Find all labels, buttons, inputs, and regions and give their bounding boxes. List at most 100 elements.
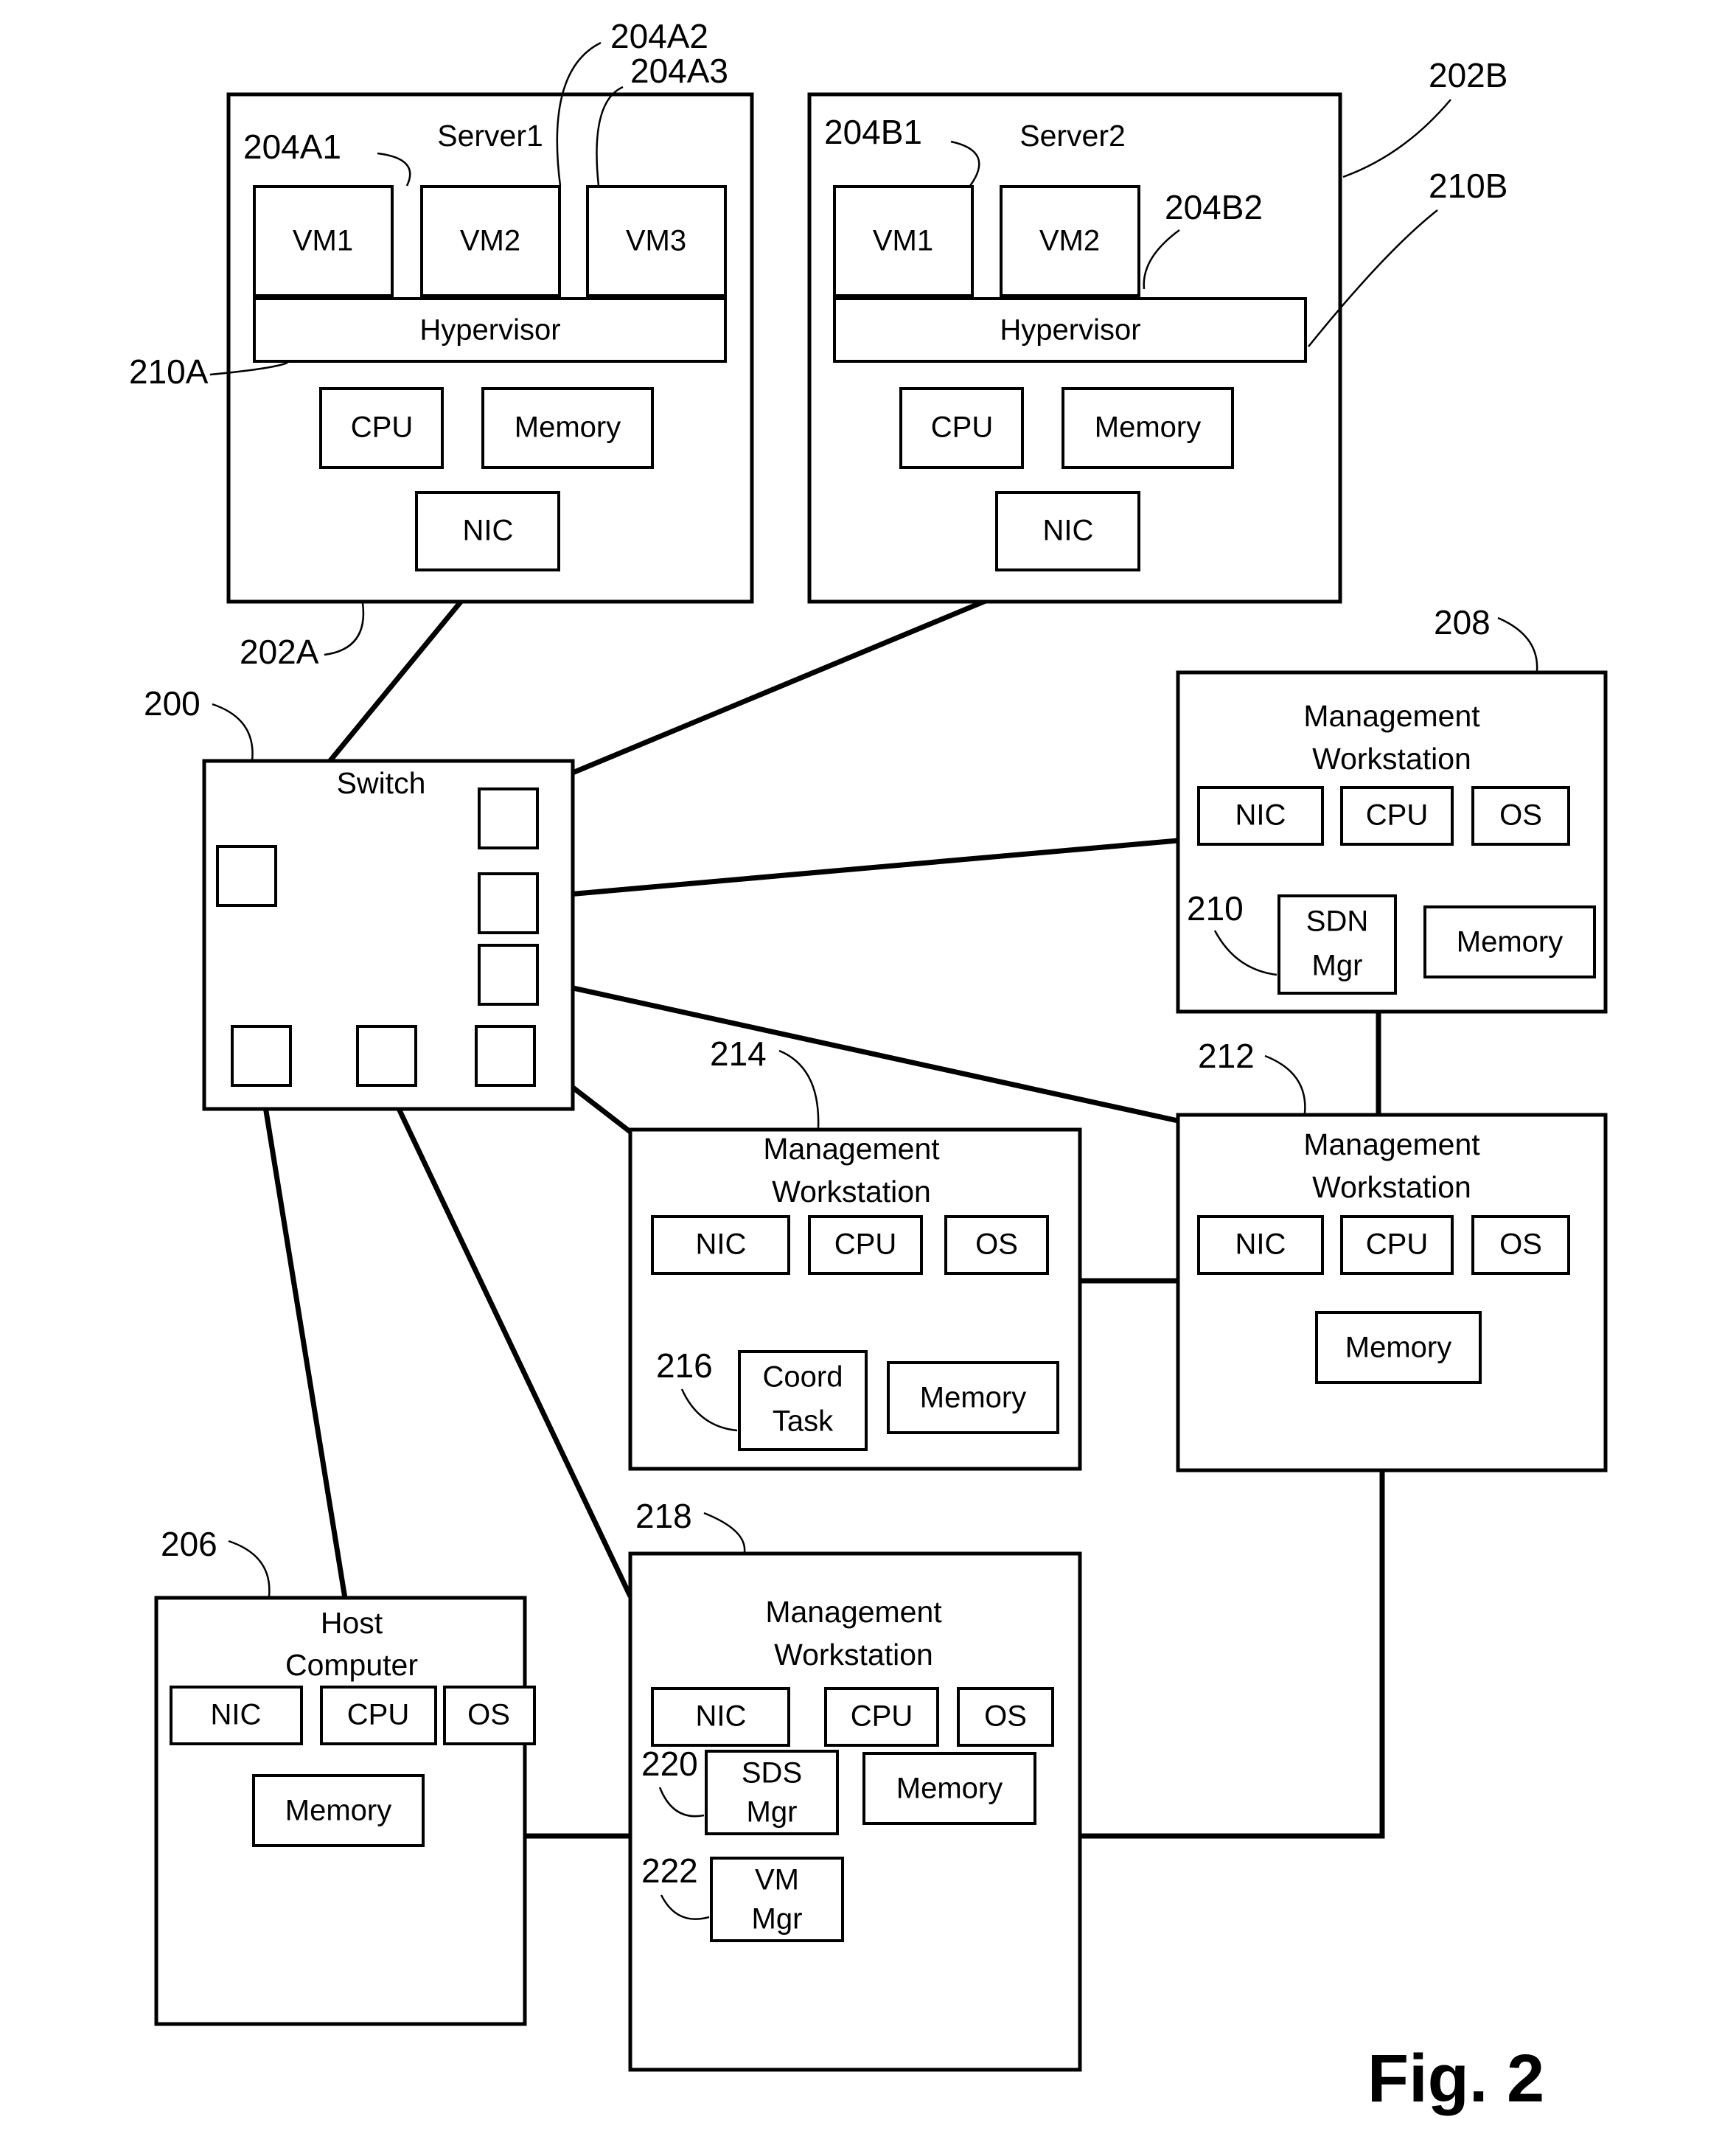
ref-216: 216 (656, 1346, 713, 1385)
mw208-nic-label: NIC (1235, 799, 1286, 832)
ref-220: 220 (641, 1745, 698, 1783)
host206-cpu-label: CPU (347, 1699, 409, 1731)
mw212-box[interactable] (1176, 1113, 1608, 1472)
mw208-title-line1: Management (1303, 699, 1480, 733)
switch-reference-labels: 200 (144, 684, 254, 762)
mgmt-workstation-218-node[interactable]: Management Workstation NIC CPU OS SDS Mg… (628, 1551, 1082, 2072)
mw214-title-line1: Management (763, 1132, 940, 1166)
server2-cpu-label: CPU (931, 411, 993, 444)
mw218-memory-label: Memory (896, 1773, 1003, 1805)
patent-figure-page: Server1 VM1 VM2 VM3 Hypervisor CPU Memor… (0, 0, 1722, 2156)
mw218-title-line1: Management (765, 1595, 942, 1629)
mw212-reference-labels: 212 (1198, 1037, 1306, 1114)
mw218-vm-mgr-line1: VM (755, 1864, 799, 1896)
ref-202b: 202B (1429, 56, 1507, 94)
ref-214: 214 (710, 1034, 767, 1073)
mw212-cpu-label: CPU (1366, 1228, 1428, 1261)
server2-hypervisor-label: Hypervisor (1000, 314, 1140, 347)
mw208-sdn-mgr-line1: SDN (1306, 905, 1368, 938)
leader-206 (228, 1540, 271, 1597)
wire-switch-to-mw208 (492, 838, 1179, 904)
mgmt-workstation-214-node[interactable]: Management Workstation NIC CPU OS Coord … (628, 1127, 1082, 1471)
ref-210a: 210A (129, 352, 209, 391)
server1-node[interactable]: Server1 VM1 VM2 VM3 Hypervisor CPU Memor… (226, 92, 754, 604)
server2-vm1-label: VM1 (873, 225, 933, 257)
ref-200: 200 (144, 684, 201, 723)
ref-218: 218 (635, 1497, 692, 1535)
mw212-os-label: OS (1499, 1228, 1542, 1261)
mw218-os-label: OS (984, 1700, 1027, 1733)
host206-title-line1: Host (321, 1606, 383, 1640)
mw212-nic-label: NIC (1235, 1228, 1286, 1261)
host206-os-label: OS (467, 1699, 510, 1731)
switch-port-bottom-2[interactable] (356, 1025, 417, 1087)
leader-212 (1264, 1054, 1306, 1114)
ref-204a1: 204A1 (243, 128, 341, 166)
server2-node[interactable]: Server2 VM1 VM2 Hypervisor CPU Memory NI… (807, 92, 1342, 604)
server2-title: Server2 (1019, 119, 1126, 153)
mw214-os-label: OS (975, 1228, 1018, 1261)
leader-214 (778, 1049, 820, 1129)
ref-204b2: 204B2 (1165, 188, 1263, 226)
server1-vm1-label: VM1 (293, 225, 353, 257)
switch-port-left-1[interactable] (216, 845, 277, 907)
mw212-memory-label: Memory (1345, 1332, 1451, 1364)
server1-vm2-label: VM2 (460, 225, 520, 257)
server1-nic-label: NIC (463, 515, 514, 547)
mw214-memory-label: Memory (920, 1382, 1026, 1414)
server1-title: Server1 (437, 119, 543, 153)
leader-218 (703, 1512, 746, 1553)
switch-port-right-1[interactable] (478, 787, 539, 849)
leader-208 (1497, 616, 1538, 672)
host206-nic-label: NIC (211, 1699, 262, 1731)
mw208-cpu-label: CPU (1366, 799, 1428, 832)
switch-port-bottom-1[interactable] (231, 1025, 292, 1087)
wire-switch-to-mw218 (384, 1082, 633, 1598)
ref-204a3: 204A3 (630, 52, 728, 90)
mw212-title-line2: Workstation (1312, 1170, 1471, 1204)
host206-title-line2: Computer (285, 1648, 418, 1682)
server2-memory-label: Memory (1095, 411, 1201, 444)
switch-node[interactable]: Switch (202, 759, 575, 1111)
ref-210b: 210B (1429, 167, 1507, 205)
server1-memory-label: Memory (515, 411, 621, 444)
ref-204b1: 204B1 (824, 113, 922, 151)
mw218-title-line2: Workstation (774, 1638, 933, 1672)
switch-title: Switch (337, 766, 426, 800)
switch-port-bottom-3[interactable] (475, 1025, 536, 1087)
switch-port-right-2[interactable] (478, 872, 539, 934)
mw208-title-line2: Workstation (1312, 742, 1471, 776)
mw208-memory-label: Memory (1457, 926, 1563, 959)
wire-switch-to-host206 (259, 1083, 349, 1608)
host-computer-206-node[interactable]: Host Computer NIC CPU OS Memory (154, 1596, 536, 2026)
switch-port-right-3[interactable] (478, 944, 539, 1006)
server2-nic-label: NIC (1043, 515, 1094, 547)
mw218-sds-mgr-line1: SDS (742, 1757, 802, 1790)
mw208-sdn-mgr-line2: Mgr (1312, 950, 1363, 982)
mgmt-workstation-212-node[interactable]: Management Workstation NIC CPU OS Memory (1176, 1113, 1608, 1472)
server1-cpu-label: CPU (351, 411, 413, 444)
mw214-cpu-label: CPU (834, 1228, 896, 1261)
mw218-vm-mgr-line2: Mgr (752, 1903, 803, 1936)
network-architecture-diagram: Server1 VM1 VM2 VM3 Hypervisor CPU Memor… (129, 17, 1608, 2116)
leader-202b (1342, 99, 1451, 178)
host206-reference-labels: 206 (161, 1525, 271, 1597)
server1-hypervisor-label: Hypervisor (419, 314, 560, 347)
host206-memory-label: Memory (285, 1795, 391, 1827)
server2-vm2-label: VM2 (1039, 225, 1100, 257)
mw214-coord-task-line2: Task (773, 1405, 834, 1438)
ref-204a2: 204A2 (610, 17, 708, 55)
ref-212: 212 (1198, 1037, 1255, 1075)
mgmt-workstation-208-node[interactable]: Management Workstation NIC CPU OS SDN Mg… (1176, 670, 1608, 1014)
leader-202a (324, 602, 365, 656)
ref-210: 210 (1187, 889, 1244, 928)
mw218-nic-label: NIC (696, 1700, 747, 1733)
mw218-sds-mgr-line2: Mgr (747, 1796, 798, 1829)
ref-202a: 202A (240, 633, 319, 671)
figure-label: Fig. 2 (1367, 2041, 1544, 2116)
wire-mw212-to-mw218 (1080, 1471, 1385, 1839)
mw218-cpu-label: CPU (851, 1700, 913, 1733)
mw214-title-line2: Workstation (772, 1175, 931, 1209)
mw208-os-label: OS (1499, 799, 1542, 832)
server1-vm3-label: VM3 (626, 225, 686, 257)
